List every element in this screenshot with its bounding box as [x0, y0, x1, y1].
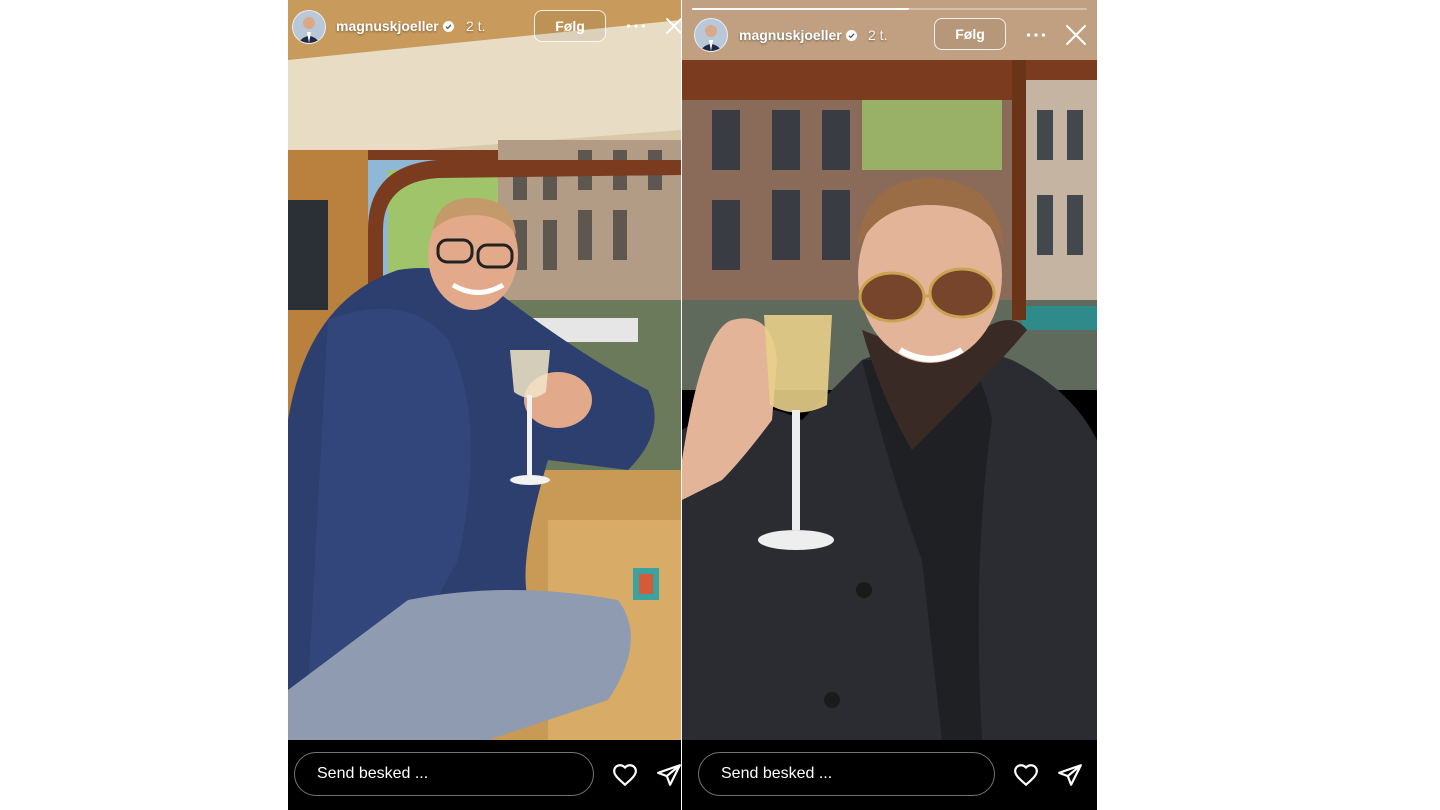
heart-icon[interactable] [1013, 762, 1039, 788]
story-age: 2 t. [868, 27, 888, 43]
send-icon[interactable] [1057, 762, 1083, 788]
close-icon[interactable] [1064, 23, 1088, 47]
send-message-input[interactable]: Send besked ... [698, 752, 995, 796]
verified-badge-icon [442, 20, 454, 32]
follow-button[interactable]: Følg [534, 10, 606, 42]
story-image-boat-man-left [288, 0, 681, 740]
send-icon[interactable] [656, 762, 681, 788]
follow-button[interactable]: Følg [934, 18, 1006, 50]
story-footer-left: Send besked ... [288, 740, 681, 810]
more-horizontal-icon[interactable] [622, 14, 650, 38]
heart-icon[interactable] [612, 762, 638, 788]
story-header-left: magnuskjoeller 2 t. Følg [288, 0, 681, 60]
username[interactable]: magnuskjoeller [739, 27, 842, 43]
screenshot-canvas: magnuskjoeller 2 t. Følg Send besked ...… [0, 0, 1440, 810]
more-horizontal-icon[interactable] [1022, 23, 1050, 47]
username[interactable]: magnuskjoeller [336, 18, 439, 34]
username-group[interactable]: magnuskjoeller [336, 18, 454, 34]
send-message-input[interactable]: Send besked ... [294, 752, 594, 796]
story-right[interactable]: magnuskjoeller 2 t. Følg Send besked ... [682, 0, 1097, 810]
avatar-image [293, 11, 325, 43]
avatar[interactable] [694, 18, 728, 52]
story-photo-left [288, 0, 681, 740]
story-image-boat-man-right [682, 0, 1097, 740]
avatar[interactable] [292, 10, 326, 44]
avatar-image [695, 19, 727, 51]
story-age: 2 t. [466, 18, 486, 34]
story-left[interactable]: magnuskjoeller 2 t. Følg Send besked ... [288, 0, 681, 810]
story-footer-right: Send besked ... [682, 740, 1097, 810]
story-photo-right [682, 0, 1097, 740]
close-icon[interactable] [664, 14, 681, 38]
story-header-right: magnuskjoeller 2 t. Følg [682, 0, 1097, 60]
username-group[interactable]: magnuskjoeller [739, 27, 857, 43]
verified-badge-icon [845, 29, 857, 41]
